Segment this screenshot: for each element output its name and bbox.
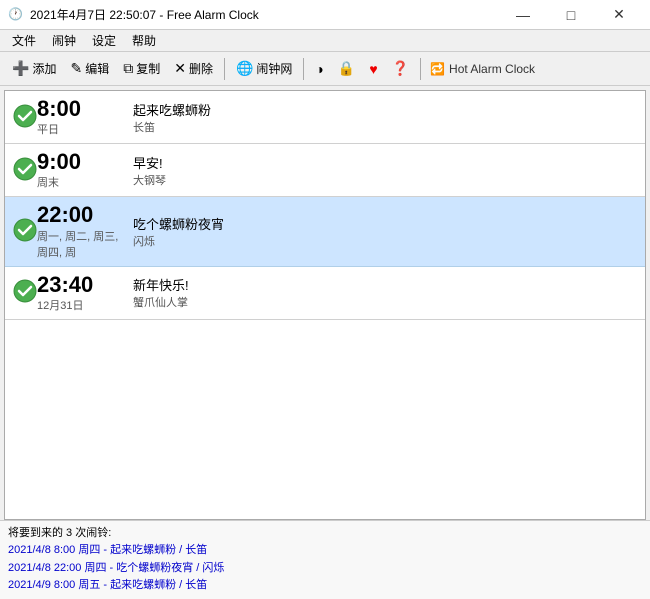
- delete-icon: ✕: [174, 60, 186, 77]
- status-bar: 将要到来的 3 次闹铃: 2021/4/8 8:00 周四 - 起来吃螺蛳粉 /…: [0, 520, 650, 599]
- help-icon: ❓: [392, 60, 409, 77]
- alarm-sound: 大钢琴: [133, 172, 637, 188]
- alarm-time-block: 8:00平日: [37, 97, 127, 137]
- alarm-schedule: 平日: [37, 121, 127, 137]
- title-bar: 🕐 2021年4月7日 22:50:07 - Free Alarm Clock …: [0, 0, 650, 30]
- separator-1: [224, 58, 225, 80]
- menu-settings[interactable]: 设定: [84, 30, 124, 51]
- toolbar: ➕ 添加 ✎ 编辑 ⧉ 复制 ✕ 删除 🌐 闹钟网 ◑ 🔒 ♥ ❓ 🔁 Hot …: [0, 52, 650, 86]
- alarm-info: 新年快乐!蟹爪仙人掌: [127, 275, 637, 310]
- window-title: 2021年4月7日 22:50:07 - Free Alarm Clock: [30, 6, 500, 23]
- separator-3: [420, 58, 421, 80]
- alarm-info: 早安!大钢琴: [127, 153, 637, 188]
- alarm-check-icon: [13, 218, 37, 245]
- alarm-schedule: 周一, 周二, 周三, 周四, 周: [37, 228, 127, 260]
- theme-button[interactable]: ◑: [309, 55, 329, 83]
- close-button[interactable]: ✕: [596, 0, 642, 30]
- alarm-time: 9:00: [37, 150, 127, 174]
- alarm-sound: 闪烁: [133, 233, 637, 249]
- alarm-time-block: 9:00周末: [37, 150, 127, 190]
- alarm-list: 8:00平日起来吃螺蛳粉长笛 9:00周末早安!大钢琴 22:00周一, 周二,…: [5, 91, 645, 320]
- status-line-2: 2021/4/8 22:00 周四 - 吃个螺蛳粉夜宵 / 闪烁: [8, 560, 642, 578]
- alarm-check-icon: [13, 279, 37, 306]
- alarm-time: 22:00: [37, 203, 127, 227]
- copy-icon: ⧉: [123, 60, 133, 77]
- status-line-3: 2021/4/9 8:00 周五 - 起来吃螺蛳粉 / 长笛: [8, 577, 642, 595]
- lock-icon: 🔒: [338, 60, 355, 77]
- alarm-name: 吃个螺蛳粉夜宵: [133, 214, 637, 233]
- alarm-row[interactable]: 23:4012月31日新年快乐!蟹爪仙人掌: [5, 267, 645, 320]
- separator-2: [303, 58, 304, 80]
- hot-alarm-label: Hot Alarm Clock: [449, 62, 535, 76]
- heart-icon: ♥: [369, 61, 377, 77]
- copy-label: 复制: [136, 60, 160, 77]
- alarm-time-block: 22:00周一, 周二, 周三, 周四, 周: [37, 203, 127, 259]
- status-line-1: 2021/4/8 8:00 周四 - 起来吃螺蛳粉 / 长笛: [8, 542, 642, 560]
- alarm-row[interactable]: 22:00周一, 周二, 周三, 周四, 周吃个螺蛳粉夜宵闪烁: [5, 197, 645, 266]
- globe-icon: 🌐: [236, 60, 253, 77]
- minimize-button[interactable]: —: [500, 0, 546, 30]
- alarm-list-container: 8:00平日起来吃螺蛳粉长笛 9:00周末早安!大钢琴 22:00周一, 周二,…: [4, 90, 646, 520]
- alarm-schedule: 12月31日: [37, 297, 127, 313]
- copy-button[interactable]: ⧉ 复制: [117, 55, 166, 83]
- delete-button[interactable]: ✕ 删除: [168, 55, 219, 83]
- heart-button[interactable]: ♥: [363, 55, 383, 83]
- edit-label: 编辑: [85, 60, 109, 77]
- alarm-row[interactable]: 8:00平日起来吃螺蛳粉长笛: [5, 91, 645, 144]
- menu-file[interactable]: 文件: [4, 30, 44, 51]
- app-icon: 🕐: [8, 7, 24, 23]
- alarm-time-block: 23:4012月31日: [37, 273, 127, 313]
- status-header: 将要到来的 3 次闹铃:: [8, 525, 642, 543]
- alarm-network-label: 闹钟网: [256, 60, 292, 77]
- alarm-sound: 蟹爪仙人掌: [133, 294, 637, 310]
- menu-alarm[interactable]: 闹钟: [44, 30, 84, 51]
- menu-help[interactable]: 帮助: [124, 30, 164, 51]
- add-icon: ➕: [12, 60, 29, 77]
- alarm-row[interactable]: 9:00周末早安!大钢琴: [5, 144, 645, 197]
- menu-bar: 文件 闹钟 设定 帮助: [0, 30, 650, 52]
- alarm-network-button[interactable]: 🌐 闹钟网: [230, 55, 298, 83]
- alarm-name: 早安!: [133, 153, 637, 172]
- window-controls: — □ ✕: [500, 0, 642, 30]
- help-button[interactable]: ❓: [386, 55, 415, 83]
- alarm-name: 新年快乐!: [133, 275, 637, 294]
- lock-button[interactable]: 🔒: [332, 55, 361, 83]
- alarm-check-icon: [13, 157, 37, 184]
- alarm-info: 吃个螺蛳粉夜宵闪烁: [127, 214, 637, 249]
- hot-alarm-brand: 🔁 Hot Alarm Clock: [430, 62, 535, 76]
- hot-alarm-icon: 🔁: [430, 62, 445, 76]
- maximize-button[interactable]: □: [548, 0, 594, 30]
- alarm-check-icon: [13, 104, 37, 131]
- alarm-schedule: 周末: [37, 174, 127, 190]
- edit-button[interactable]: ✎ 编辑: [64, 55, 115, 83]
- edit-icon: ✎: [70, 60, 82, 77]
- alarm-name: 起来吃螺蛳粉: [133, 100, 637, 119]
- add-label: 添加: [32, 60, 56, 77]
- alarm-time: 8:00: [37, 97, 127, 121]
- contrast-icon: ◑: [315, 61, 323, 77]
- alarm-sound: 长笛: [133, 119, 637, 135]
- alarm-info: 起来吃螺蛳粉长笛: [127, 100, 637, 135]
- delete-label: 删除: [189, 60, 213, 77]
- add-button[interactable]: ➕ 添加: [6, 55, 62, 83]
- alarm-time: 23:40: [37, 273, 127, 297]
